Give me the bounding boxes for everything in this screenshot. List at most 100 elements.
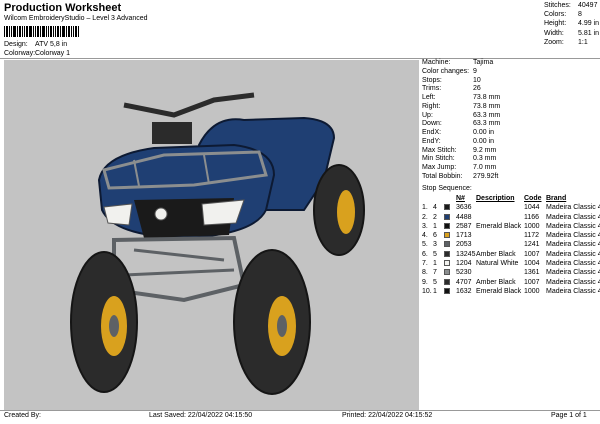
- stat-row: Zoom: 1:1: [544, 38, 599, 47]
- stop-sequence-row: 7. 1 1204 Natural White 1004 Madeira Classic …: [422, 259, 600, 268]
- machine-value: 7.0 mm: [473, 164, 497, 171]
- machine-value: 0.00 in: [473, 137, 495, 145]
- thread-code: 1007: [524, 278, 540, 286]
- barcode: [4, 26, 86, 37]
- stop-sequence-row: 6. 5 13245 Amber Black 1007 Madeira Classic 4…: [422, 250, 600, 259]
- stat-value: 1:1: [578, 38, 588, 46]
- color-swatch: [444, 250, 456, 259]
- color-swatch-box: [444, 250, 450, 257]
- stop-sequence-row: 10. 1 1632 Emerald Black 1000 Madeira Classic…: [422, 287, 600, 296]
- thread-description: Natural White: [476, 260, 519, 268]
- thread-code: 1172: [524, 232, 540, 240]
- stat-value: 4.99 in: [578, 20, 600, 28]
- header-brand: Brand: [546, 195, 567, 202]
- thread-description: [476, 231, 524, 240]
- stat-row: Colors: 8: [544, 10, 599, 19]
- colorway-row: Colorway:Colorway 1: [4, 50, 70, 57]
- color-swatch-box: [444, 278, 450, 285]
- thread-description: Amber Black: [476, 278, 516, 286]
- thread-number: 4488: [456, 213, 472, 221]
- color-swatch: [444, 203, 456, 212]
- thread-code: 1007: [524, 250, 540, 258]
- machine-label: Max Stitch:: [422, 146, 457, 154]
- thread-brand: Madeira Classic 40: [546, 260, 600, 268]
- page-number: Page 1 of 1: [551, 412, 587, 419]
- needle-number: 3: [433, 241, 437, 249]
- color-swatch-box: [444, 213, 450, 220]
- machine-label: Min Stitch:: [422, 155, 455, 163]
- needle-number: 1: [433, 287, 437, 295]
- machine-row: Color changes: 9: [422, 68, 500, 77]
- machine-row: Min Stitch: 0.3 mm: [422, 155, 500, 164]
- stop-sequence-row: 8. 7 5230 1361 Madeira Classic 40: [422, 268, 600, 277]
- machine-value: 279.92ft: [473, 172, 499, 180]
- thread-brand: Madeira Classic 40: [546, 213, 600, 221]
- machine-row: Right: 73.8 mm: [422, 103, 500, 112]
- stop-number: 1.: [422, 204, 428, 212]
- stop-sequence-row: 3. 1 2587 Emerald Black 1000 Madeira Classic …: [422, 222, 600, 231]
- machine-value: 10: [473, 76, 481, 84]
- thread-code: 1000: [524, 222, 540, 230]
- machine-label: Machine:: [422, 59, 451, 66]
- colorway-label: Colorway:: [4, 50, 36, 57]
- footer-divider: [0, 410, 600, 411]
- thread-description: Amber Black: [476, 250, 516, 258]
- stop-number: 10.: [422, 287, 432, 295]
- stop-number: 3.: [422, 222, 428, 230]
- color-swatch: [444, 287, 456, 296]
- stat-label: Zoom:: [544, 38, 564, 46]
- machine-label: Down:: [422, 120, 442, 128]
- design-label: Design:: [4, 41, 28, 48]
- needle-number: 7: [433, 269, 437, 277]
- stat-value: 5.81 in: [578, 29, 600, 37]
- stop-number: 5.: [422, 241, 428, 249]
- color-swatch: [444, 268, 456, 277]
- thread-brand: Madeira Classic 40: [546, 232, 600, 240]
- header-description: Description: [476, 195, 515, 202]
- machine-info: Machine: Tajima Color changes: 9 Stops: 10 Tri…: [422, 59, 500, 182]
- machine-label: Color changes:: [422, 67, 470, 75]
- stat-label: Stitches:: [544, 2, 571, 9]
- thread-description: Emerald Black: [476, 287, 522, 295]
- stop-sequence-row: 5. 3 2053 1241 Madeira Classic 40: [422, 240, 600, 249]
- thread-code: 1166: [524, 213, 540, 221]
- color-swatch: [444, 259, 456, 268]
- machine-row: Total Bobbin: 279.92ft: [422, 173, 500, 182]
- design-preview: [4, 60, 419, 410]
- needle-number: 1: [433, 222, 437, 230]
- thread-brand: Madeira Classic 40: [546, 287, 600, 295]
- color-swatch: [444, 231, 456, 240]
- stop-sequence-row: 9. 5 4707 Amber Black 1007 Madeira Classic 40: [422, 278, 600, 287]
- design-stats: Stitches: 40497 Colors: 8 Height: 4.99 in Widt…: [544, 1, 599, 47]
- stop-sequence-table: N# Description Code Brand 1. 4 3636 1044 Mad…: [422, 194, 600, 296]
- thread-number: 1632: [456, 287, 472, 295]
- thread-number: 3636: [456, 204, 472, 212]
- needle-number: 4: [433, 204, 437, 212]
- stop-sequence-row: 2. 2 4488 1166 Madeira Classic 40: [422, 213, 600, 222]
- machine-label: Max Jump:: [422, 164, 457, 171]
- machine-label: Total Bobbin:: [422, 172, 463, 180]
- machine-row: Trims: 26: [422, 85, 500, 94]
- thread-code: 1044: [524, 204, 540, 212]
- stop-number: 7.: [422, 260, 428, 268]
- stop-sequence-title: Stop Sequence:: [422, 185, 472, 192]
- thread-number: 4707: [456, 278, 472, 286]
- machine-label: EndY:: [422, 137, 441, 145]
- stop-number: 8.: [422, 269, 428, 277]
- stop-sequence-header: N# Description Code Brand: [422, 194, 600, 203]
- software-subtitle: Wilcom EmbroideryStudio – Level 3 Advanc…: [4, 15, 148, 22]
- needle-number: 1: [433, 260, 437, 268]
- machine-value: 9.2 mm: [473, 146, 497, 154]
- stat-label: Width:: [544, 29, 564, 37]
- thread-code: 1004: [524, 260, 540, 268]
- stop-number: 2.: [422, 213, 428, 221]
- created-by: Created By:: [4, 412, 41, 419]
- thread-brand: Madeira Classic 40: [546, 278, 600, 286]
- machine-value: 63.3 mm: [473, 111, 501, 119]
- header-divider: [0, 58, 600, 59]
- thread-number: 5230: [456, 269, 472, 277]
- thread-brand: Madeira Classic 40: [546, 269, 600, 277]
- color-swatch-box: [444, 232, 450, 239]
- machine-value: 9: [473, 67, 477, 75]
- thread-number: 1713: [456, 232, 472, 240]
